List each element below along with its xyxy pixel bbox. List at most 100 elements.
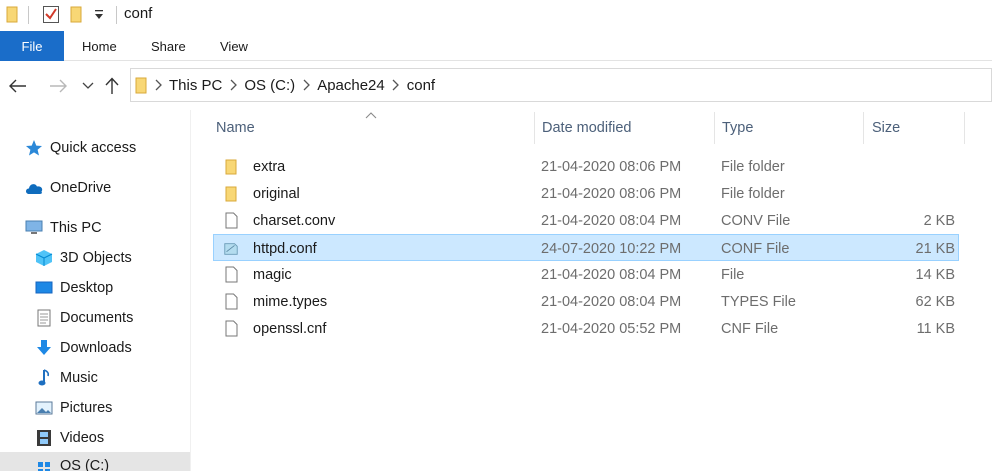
tab-file[interactable]: File [0,31,64,61]
back-arrow-icon[interactable] [6,74,30,98]
file-size: 2 KB [923,212,955,229]
file-name: mime.types [253,293,328,310]
sidebar-item-label: Videos [60,430,105,446]
table-row[interactable]: openssl.cnf 21-04-2020 05:52 PM CNF File… [213,315,959,342]
desktop-icon [34,278,54,298]
chevron-right-icon[interactable] [295,79,317,91]
customize-quick-access-icon[interactable] [94,8,104,24]
file-type: CNF File [721,320,779,337]
column-header-size[interactable]: Size [856,110,956,146]
sidebar-item-desktop[interactable]: Desktop [34,274,113,302]
sidebar-item-label: Desktop [60,280,114,296]
window-title: conf [124,5,153,22]
column-header-name[interactable]: Name [200,110,534,146]
cloud-icon [24,178,44,198]
pane-divider[interactable] [190,110,191,471]
properties-checkbox-icon[interactable] [42,5,60,28]
file-size: 62 KB [915,293,956,310]
sidebar-item-label: OS (C:) [60,458,110,471]
document-icon [34,308,54,328]
sidebar-item-label: Documents [60,310,134,326]
table-row-selected[interactable]: httpd.conf 24-07-2020 10:22 PM CONF File… [213,234,959,261]
sidebar-item-label: Music [60,370,98,386]
file-type: CONF File [721,240,790,257]
sidebar-item-this-pc[interactable]: This PC [24,214,102,242]
forward-arrow-icon[interactable] [46,74,70,98]
file-date: 21-04-2020 08:06 PM [541,185,682,202]
drive-icon [34,458,54,471]
sidebar-item-documents[interactable]: Documents [34,304,133,332]
up-arrow-icon[interactable] [100,74,124,98]
file-type: File folder [721,185,785,202]
file-type: File [721,266,745,283]
file-type: TYPES File [721,293,796,310]
table-row[interactable]: original 21-04-2020 08:06 PM File folder [213,180,959,207]
file-name: extra [253,158,286,175]
tab-view[interactable]: View [220,31,248,61]
file-date: 21-04-2020 08:04 PM [541,293,682,310]
sidebar-item-os-c[interactable]: OS (C:) [0,452,190,471]
file-name: httpd.conf [253,240,317,257]
config-file-icon [223,240,239,258]
file-icon [223,293,239,311]
cube-icon [34,248,54,268]
file-date: 21-04-2020 05:52 PM [541,320,682,337]
table-row[interactable]: extra 21-04-2020 08:06 PM File folder [213,153,959,180]
ribbon-tabs: File Home Share View [0,31,992,61]
file-icon [223,320,239,338]
chevron-right-icon[interactable] [222,79,244,91]
file-type: File folder [721,158,785,175]
sidebar-item-quick-access[interactable]: Quick access [24,134,136,162]
file-icon [223,266,239,284]
chevron-right-icon[interactable] [385,79,407,91]
sidebar-item-pictures[interactable]: Pictures [34,394,112,422]
title-bar: conf [0,0,992,30]
file-date: 21-04-2020 08:04 PM [541,266,682,283]
breadcrumb-conf[interactable]: conf [407,77,435,94]
picture-icon [34,398,54,418]
tab-share[interactable]: Share [151,31,186,61]
sidebar-item-3d-objects[interactable]: 3D Objects [34,244,132,272]
folder-icon [223,158,239,176]
file-date: 21-04-2020 08:04 PM [541,212,682,229]
sidebar-item-downloads[interactable]: Downloads [34,334,132,362]
breadcrumb-this-pc[interactable]: This PC [169,77,222,94]
sidebar-item-label: Quick access [50,140,137,156]
sidebar-item-music[interactable]: Music [34,364,98,392]
star-icon [24,138,44,158]
column-header-type[interactable]: Type [706,110,856,146]
file-size: 21 KB [915,240,956,257]
sidebar-item-label: Downloads [60,340,132,356]
column-header-date-modified[interactable]: Date modified [526,110,706,146]
file-type: CONV File [721,212,791,229]
new-folder-icon[interactable] [70,5,82,26]
sidebar-item-label: 3D Objects [60,250,132,266]
folder-icon [223,185,239,203]
file-name: original [253,185,300,202]
file-name: magic [253,266,292,283]
tab-home[interactable]: Home [82,31,117,61]
recent-locations-chevron-down-icon[interactable] [76,74,100,98]
computer-icon [24,218,44,238]
navigation-pane: Quick access OneDrive This PC 3D Objects… [0,110,190,471]
breadcrumb-apache24[interactable]: Apache24 [317,77,385,94]
download-icon [34,338,54,358]
address-bar[interactable]: This PC OS (C:) Apache24 conf [130,68,992,102]
file-name: openssl.cnf [253,320,327,337]
sidebar-item-label: Pictures [60,400,113,416]
table-row[interactable]: magic 21-04-2020 08:04 PM File 14 KB [213,261,959,288]
table-row[interactable]: mime.types 21-04-2020 08:04 PM TYPES Fil… [213,288,959,315]
sidebar-item-videos[interactable]: Videos [34,424,104,452]
table-row[interactable]: charset.conv 21-04-2020 08:04 PM CONV Fi… [213,207,959,234]
file-list: Name Date modified Type Size extra 21-04… [200,110,992,471]
chevron-right-icon[interactable] [147,79,169,91]
file-date: 24-07-2020 10:22 PM [541,240,682,257]
file-icon [223,212,239,230]
file-name: charset.conv [253,212,336,229]
sidebar-item-onedrive[interactable]: OneDrive [24,174,111,202]
file-date: 21-04-2020 08:06 PM [541,158,682,175]
file-size: 11 KB [916,320,955,337]
sidebar-item-label: OneDrive [50,180,112,196]
breadcrumb-os-c[interactable]: OS (C:) [244,77,295,94]
music-note-icon [34,368,54,388]
